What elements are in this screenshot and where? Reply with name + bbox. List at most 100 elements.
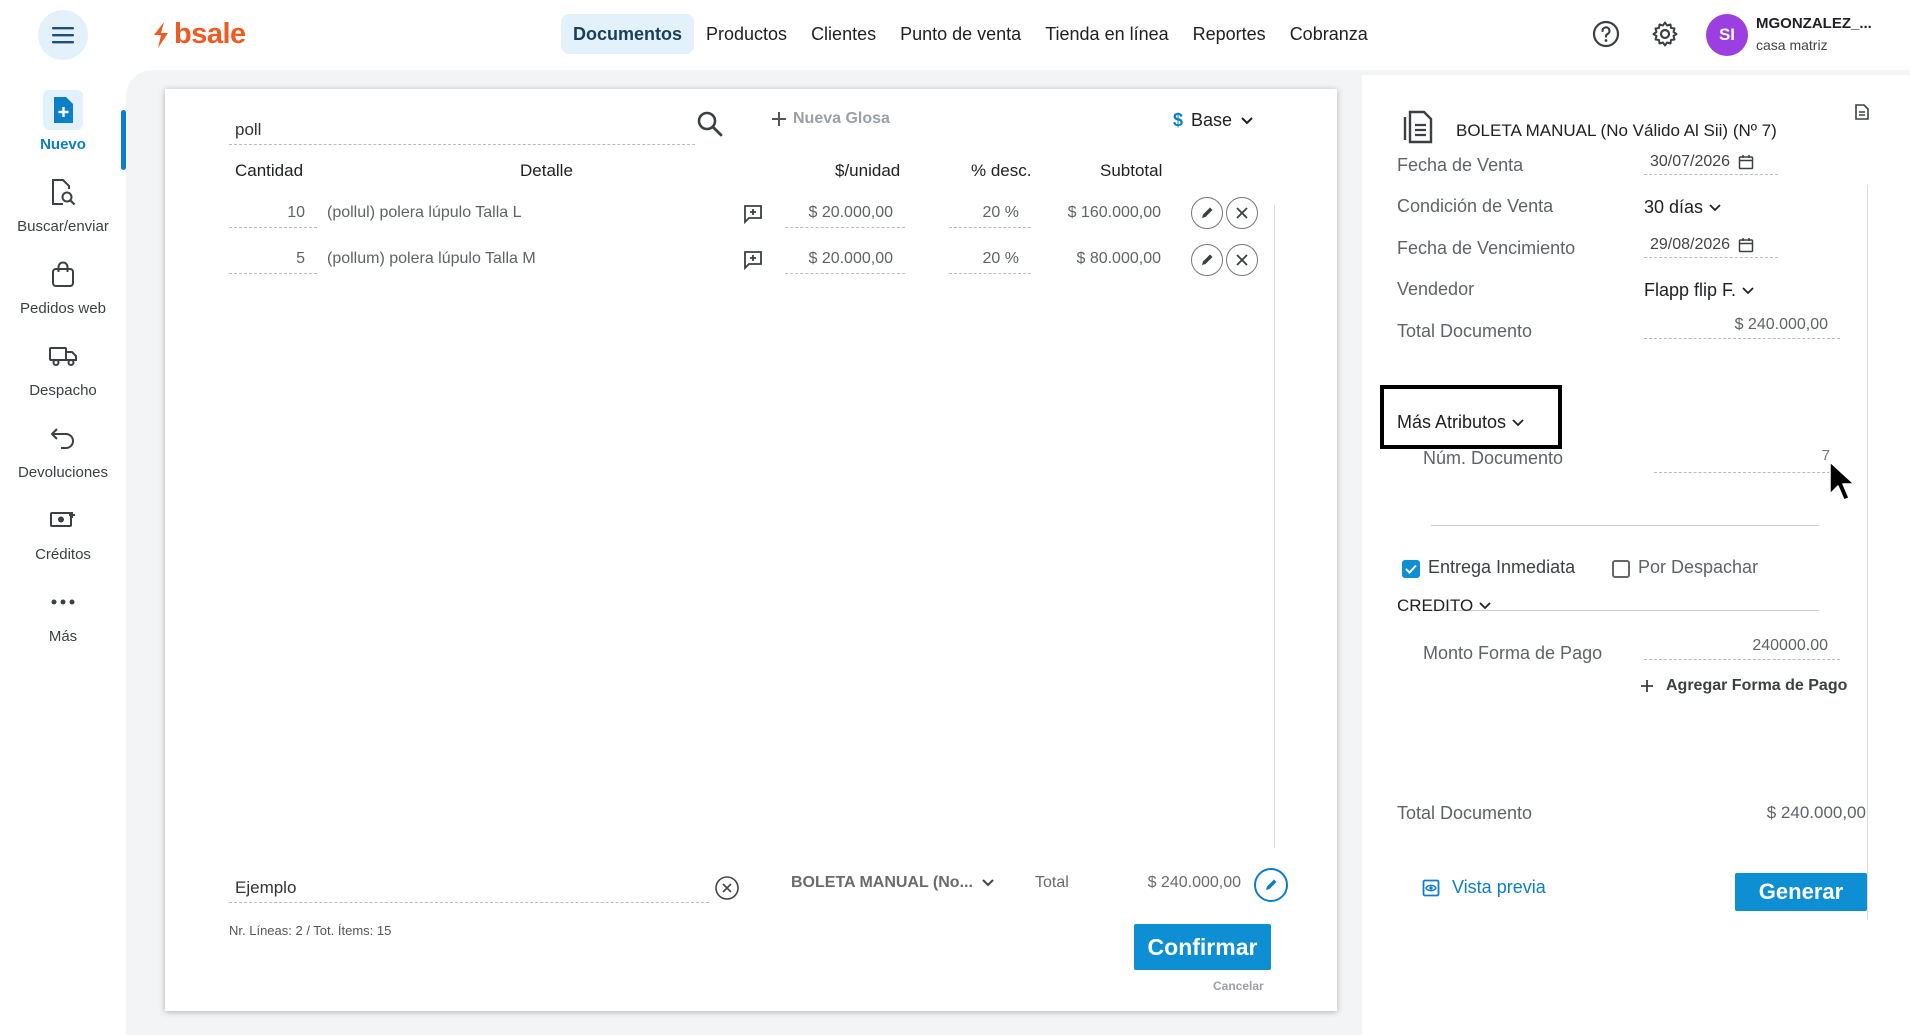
mas-atributos-toggle[interactable]: Más Atributos	[1397, 412, 1524, 433]
column-header-detalle: Detalle	[520, 161, 573, 180]
sidebar-label: Nuevo	[40, 136, 86, 153]
discount-input[interactable]: 20 %	[949, 244, 1031, 274]
chevron-down-icon	[1742, 286, 1754, 294]
sidebar-item-despacho[interactable]: Despacho	[0, 336, 126, 426]
discount-input[interactable]: 20 %	[949, 198, 1031, 228]
settings-button[interactable]	[1648, 17, 1682, 51]
price-list-select[interactable]: $ Base	[1173, 110, 1254, 131]
fecha-venta-value: 30/07/2026	[1650, 152, 1731, 170]
nav-tienda-en-linea[interactable]: Tienda en línea	[1033, 14, 1180, 54]
table-scrollbar[interactable]	[1274, 205, 1275, 848]
vendedor-select[interactable]: Flapp flip F.	[1644, 280, 1754, 301]
user-name[interactable]: MGONZALEZ_...	[1756, 15, 1872, 32]
column-header-cantidad: Cantidad	[235, 161, 304, 180]
sidebar-label: Más	[48, 628, 78, 645]
notes-icon	[1855, 104, 1869, 120]
monto-forma-pago-input[interactable]: 240000.00	[1644, 632, 1840, 660]
nav-cobranza[interactable]: Cobranza	[1278, 14, 1380, 54]
sidebar-label: Buscar/enviar	[17, 218, 109, 235]
pencil-icon	[1266, 879, 1277, 890]
main-nav: Documentos Productos Clientes Punto de v…	[561, 14, 1380, 54]
clear-glosa-button[interactable]	[714, 875, 740, 901]
nav-productos[interactable]: Productos	[694, 14, 799, 54]
dollar-icon: $	[1173, 110, 1184, 130]
bsale-logo[interactable]: bsale	[152, 18, 246, 51]
delete-line-button[interactable]	[1226, 244, 1258, 276]
document-title: BOLETA MANUAL (No Válido Al Sii) (Nº 7)	[1456, 121, 1777, 140]
nav-documentos[interactable]: Documentos	[561, 14, 695, 54]
por-despachar-checkbox[interactable]	[1612, 560, 1630, 578]
close-icon	[1236, 254, 1248, 266]
fecha-vencimiento-value: 29/08/2026	[1650, 235, 1731, 253]
sidebar-item-buscar-enviar[interactable]: Buscar/enviar	[0, 172, 126, 262]
add-note-button[interactable]	[743, 204, 763, 224]
credito-toggle[interactable]: CREDITO	[1397, 596, 1491, 616]
sidebar-item-devoluciones[interactable]: Devoluciones	[0, 418, 126, 508]
check-icon	[1405, 564, 1417, 574]
edit-line-button[interactable]	[1191, 244, 1223, 276]
lines-summary: Nr. Líneas: 2 / Tot. Ítems: 15	[229, 923, 392, 938]
vista-previa-button[interactable]: Vista previa	[1422, 877, 1546, 898]
nav-reportes[interactable]: Reportes	[1181, 14, 1278, 54]
price-list-label: Base	[1191, 110, 1233, 130]
condicion-venta-select[interactable]: 30 días	[1644, 197, 1721, 218]
table-row: 10 (pollul) polera lúpulo Talla L $ 20.0…	[165, 197, 1337, 238]
hamburger-menu-button[interactable]	[38, 10, 88, 60]
bolt-logo-icon	[154, 21, 168, 48]
preview-icon	[1422, 879, 1440, 896]
fecha-vencimiento-field[interactable]: 29/08/2026	[1644, 232, 1778, 258]
nav-clientes[interactable]: Clientes	[799, 14, 888, 54]
sidebar-item-nuevo[interactable]: Nuevo	[0, 90, 126, 180]
unit-price-input[interactable]: $ 20.000,00	[785, 244, 905, 274]
money-icon	[43, 500, 83, 540]
user-avatar[interactable]: SI	[1706, 14, 1748, 56]
gear-icon	[1652, 21, 1678, 47]
num-documento-input[interactable]: 7	[1654, 447, 1830, 473]
por-despachar-label: Por Despachar	[1638, 557, 1759, 577]
sidebar-label: Créditos	[35, 546, 91, 563]
line-detail: (pollum) polera lúpulo Talla M	[327, 250, 536, 267]
add-note-button[interactable]	[743, 250, 763, 270]
generar-button[interactable]: Generar	[1735, 873, 1867, 911]
document-type-select[interactable]: BOLETA MANUAL (No...	[791, 874, 995, 892]
total-label: Total	[1035, 874, 1069, 891]
sidebar-item-mas[interactable]: Más	[0, 582, 126, 672]
delete-line-button[interactable]	[1226, 197, 1258, 229]
help-button[interactable]	[1589, 17, 1623, 51]
nav-punto-de-venta[interactable]: Punto de venta	[888, 14, 1033, 54]
mas-atributos-label: Más Atributos	[1397, 412, 1507, 432]
column-header-subtotal: Subtotal	[1100, 161, 1163, 180]
panel-scrollbar[interactable]	[1867, 185, 1868, 920]
cancel-link[interactable]: Cancelar	[1213, 979, 1264, 993]
vendedor-label: Vendedor	[1397, 279, 1475, 299]
fecha-venta-label: Fecha de Venta	[1397, 155, 1524, 175]
quantity-input[interactable]: 10	[229, 198, 317, 228]
plus-icon	[1641, 680, 1653, 692]
unit-price-input[interactable]: $ 20.000,00	[785, 198, 905, 228]
sidebar-label: Despacho	[29, 382, 97, 399]
quantity-input[interactable]: 5	[229, 244, 317, 274]
chevron-down-icon	[982, 879, 994, 887]
entrega-inmediata-checkbox[interactable]	[1402, 560, 1420, 578]
glosa-input[interactable]: Ejemplo	[229, 873, 709, 903]
agregar-forma-pago-button[interactable]: Agregar Forma de Pago	[1640, 677, 1847, 695]
calendar-icon	[1738, 154, 1754, 169]
edit-line-button[interactable]	[1191, 197, 1223, 229]
confirm-button[interactable]: Confirmar	[1134, 924, 1271, 970]
bag-icon	[43, 254, 83, 294]
total-documento-field[interactable]: $ 240.000,00	[1644, 311, 1840, 339]
sidebar-item-creditos[interactable]: Créditos	[0, 500, 126, 590]
nueva-glosa-button[interactable]: Nueva Glosa	[771, 110, 890, 128]
product-search-input[interactable]: poll	[229, 115, 695, 145]
document-options-button[interactable]	[1854, 103, 1870, 121]
edit-total-button[interactable]	[1254, 868, 1288, 902]
sidebar-item-pedidos-web[interactable]: Pedidos web	[0, 254, 126, 344]
search-button[interactable]	[695, 109, 725, 139]
condicion-venta-label: Condición de Venta	[1397, 196, 1554, 216]
fecha-venta-field[interactable]: 30/07/2026	[1644, 149, 1778, 175]
truck-icon	[43, 336, 83, 376]
close-icon	[1236, 207, 1248, 219]
close-circle-icon	[715, 876, 739, 900]
footer-total-value: $ 240.000,00	[1766, 803, 1866, 822]
chevron-down-icon	[1512, 418, 1524, 426]
